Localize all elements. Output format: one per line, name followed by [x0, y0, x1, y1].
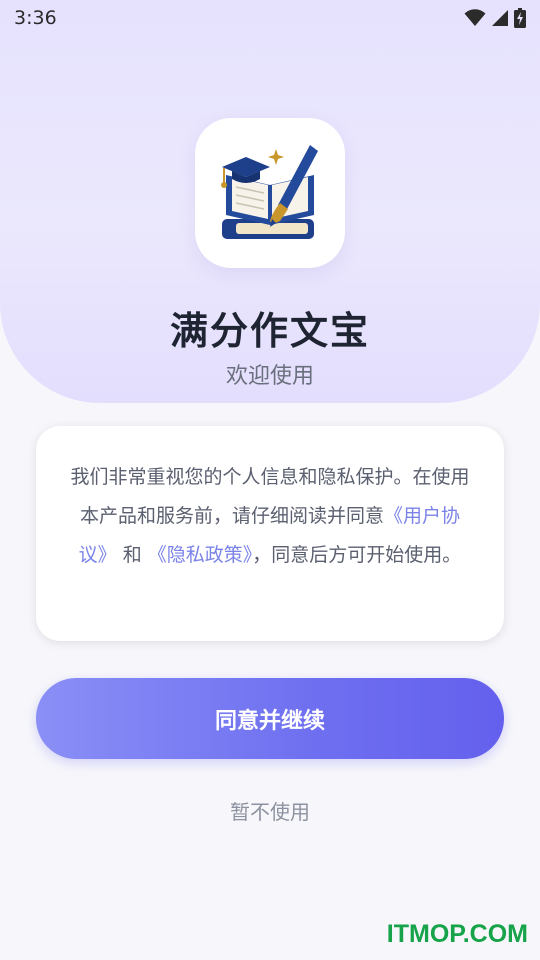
status-time: 3:36	[14, 7, 57, 29]
status-bar: 3:36	[0, 0, 540, 36]
decline-button[interactable]: 暂不使用	[0, 796, 540, 825]
app-logo	[195, 118, 345, 268]
agree-continue-button[interactable]: 同意并继续	[36, 678, 504, 759]
notice-text-after: ，同意后方可开始使用。	[252, 544, 462, 566]
watermark-logo: ITMOP.COM	[386, 920, 528, 948]
privacy-notice-card: 我们非常重视您的个人信息和隐私保护。在使用本产品和服务前，请仔细阅读并同意《用户…	[36, 426, 504, 641]
cellular-signal-icon	[492, 10, 508, 26]
privacy-policy-link[interactable]: 《隐私政策》	[148, 544, 253, 566]
wifi-icon	[464, 9, 486, 26]
battery-charging-icon	[514, 8, 526, 28]
status-icons	[464, 8, 526, 28]
welcome-subtitle: 欢迎使用	[225, 364, 314, 389]
notice-conjunction: 和	[116, 544, 148, 566]
book-graduation-cap-brush-logo-icon	[221, 145, 318, 239]
app-title: 满分作文宝	[169, 309, 370, 353]
